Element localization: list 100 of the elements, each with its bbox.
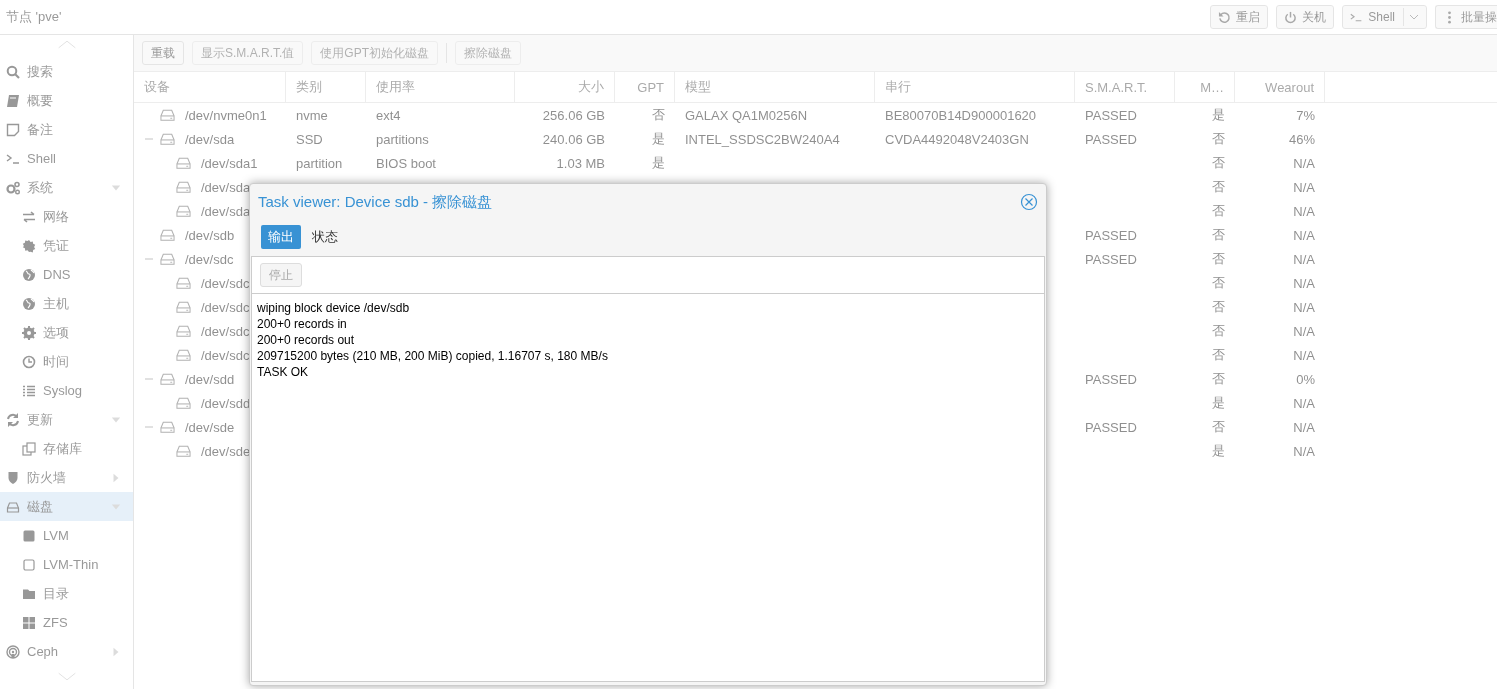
grid-icon: [22, 615, 36, 630]
hard-drive-icon: [176, 445, 191, 457]
sidebar-item[interactable]: 磁盘: [0, 492, 133, 521]
sidebar-item[interactable]: 概要: [0, 86, 133, 115]
restart-icon: [1218, 10, 1232, 24]
list-icon: [22, 383, 36, 398]
table-cell: N/A: [1293, 275, 1315, 291]
table-cell: BIOS boot: [376, 155, 436, 171]
hard-drive-icon: [176, 277, 191, 289]
sidebar-item[interactable]: 系统: [0, 173, 133, 202]
sidebar-item[interactable]: 目录: [0, 579, 133, 608]
table-cell: 0%: [1296, 371, 1315, 387]
bulk-action-button[interactable]: 批量操: [1435, 5, 1497, 29]
caret-right-icon[interactable]: [111, 646, 121, 657]
table-cell: N/A: [1293, 347, 1315, 363]
table-cell: /dev/sda: [201, 203, 251, 219]
column-header[interactable]: 类别: [286, 72, 366, 102]
log-line: 209715200 bytes (210 MB, 200 MiB) copied, 1.16707 s, 180 MB/s: [257, 348, 609, 364]
table-cell: 否: [1212, 322, 1225, 340]
shell-button[interactable]: Shell: [1342, 5, 1427, 29]
sidebar-item[interactable]: Shell: [0, 144, 133, 173]
sidebar-item[interactable]: Ceph: [0, 637, 133, 666]
caret-right-icon[interactable]: [111, 472, 121, 483]
note-icon: [6, 122, 20, 137]
power-button[interactable]: 关机: [1276, 5, 1335, 29]
table-cell: 否: [1212, 274, 1225, 292]
shield-icon: [6, 470, 20, 485]
table-cell: /dev/sdc: [185, 251, 234, 267]
gear-icon: [22, 325, 36, 340]
tab[interactable]: 输出: [261, 225, 301, 249]
table-cell: N/A: [1293, 155, 1315, 171]
table-cell: N/A: [1293, 203, 1315, 219]
restart-button[interactable]: 重启: [1210, 5, 1269, 29]
table-cell: 是: [1212, 442, 1225, 460]
caret-down-icon[interactable]: [1409, 14, 1419, 20]
hard-drive-icon: [176, 181, 191, 193]
scroll-up-icon[interactable]: [56, 40, 77, 49]
table-cell: BE80070B14D900001620: [885, 107, 1037, 123]
globe-icon: [22, 267, 36, 282]
column-header[interactable]: Wearout: [1235, 72, 1325, 102]
table-cell: nvme: [296, 107, 328, 123]
table-cell: /dev/sda: [201, 179, 251, 195]
gears-icon: [6, 180, 20, 195]
sidebar-item[interactable]: Syslog: [0, 376, 133, 405]
sidebar-item[interactable]: 备注: [0, 115, 133, 144]
table-cell: /dev/sdc: [201, 347, 250, 363]
column-header[interactable]: 模型: [675, 72, 875, 102]
column-header[interactable]: GPT: [615, 72, 675, 102]
table-cell: 7%: [1296, 107, 1315, 123]
column-header[interactable]: 设备: [134, 72, 286, 102]
table-cell: 否: [1212, 370, 1225, 388]
table-cell: 否: [1212, 202, 1225, 220]
sidebar-item[interactable]: 更新: [0, 405, 133, 434]
table-cell: /dev/sdc: [201, 299, 250, 315]
sidebar-item[interactable]: 时间: [0, 347, 133, 376]
table-cell: 否: [1212, 130, 1225, 148]
column-header[interactable]: 大小: [515, 72, 615, 102]
hard-drive-icon: [160, 253, 175, 265]
table-cell: PASSED: [1085, 419, 1137, 435]
search-icon: [6, 64, 20, 79]
hard-drive-icon: [176, 349, 191, 361]
table-cell: ext4: [376, 107, 401, 123]
table-cell: INTEL_SSDSC2BW240A4: [685, 131, 840, 147]
table-cell: 46%: [1288, 131, 1315, 147]
sidebar-item[interactable]: 选项: [0, 318, 133, 347]
sidebar-item[interactable]: LVM: [0, 521, 133, 550]
hard-drive-icon: [160, 229, 175, 241]
table-cell: PASSED: [1085, 371, 1137, 387]
sidebar-item[interactable]: ZFS: [0, 608, 133, 637]
hard-drive-icon: [176, 325, 191, 337]
column-header[interactable]: S.M.A.R.T.: [1075, 72, 1175, 102]
sidebar-item[interactable]: 网络: [0, 202, 133, 231]
toolbar-button[interactable]: 重载: [142, 41, 184, 65]
sidebar-item[interactable]: LVM-Thin: [0, 550, 133, 579]
hard-drive-icon: [160, 109, 175, 121]
column-header[interactable]: M…: [1175, 72, 1235, 102]
table-cell: /dev/sdc: [201, 275, 250, 291]
close-icon[interactable]: [1020, 193, 1038, 211]
table-cell: PASSED: [1085, 251, 1137, 267]
scroll-down-icon[interactable]: [56, 672, 77, 681]
table-cell: SSD: [296, 131, 323, 147]
sidebar-item[interactable]: 存储库: [0, 434, 133, 463]
table-cell: N/A: [1293, 395, 1315, 411]
log-line: 200+0 records in: [257, 316, 348, 332]
table-cell: 是: [1212, 394, 1225, 412]
log-line: TASK OK: [257, 364, 310, 380]
table-cell: /dev/sdd: [185, 371, 235, 387]
tab[interactable]: 状态: [305, 225, 345, 249]
hard-drive-icon: [160, 421, 175, 433]
table-cell: /dev/sde: [201, 443, 251, 459]
sidebar-item[interactable]: 防火墙: [0, 463, 133, 492]
table-cell: 否: [1212, 226, 1225, 244]
hard-drive-icon: [160, 373, 175, 385]
column-header[interactable]: 使用率: [366, 72, 515, 102]
sidebar-item[interactable]: DNS: [0, 260, 133, 289]
column-header[interactable]: 串行: [875, 72, 1075, 102]
sidebar-item[interactable]: 搜索: [0, 57, 133, 86]
sidebar-item[interactable]: 凭证: [0, 231, 133, 260]
sidebar-item[interactable]: 主机: [0, 289, 133, 318]
hard-drive-icon: [176, 397, 191, 409]
